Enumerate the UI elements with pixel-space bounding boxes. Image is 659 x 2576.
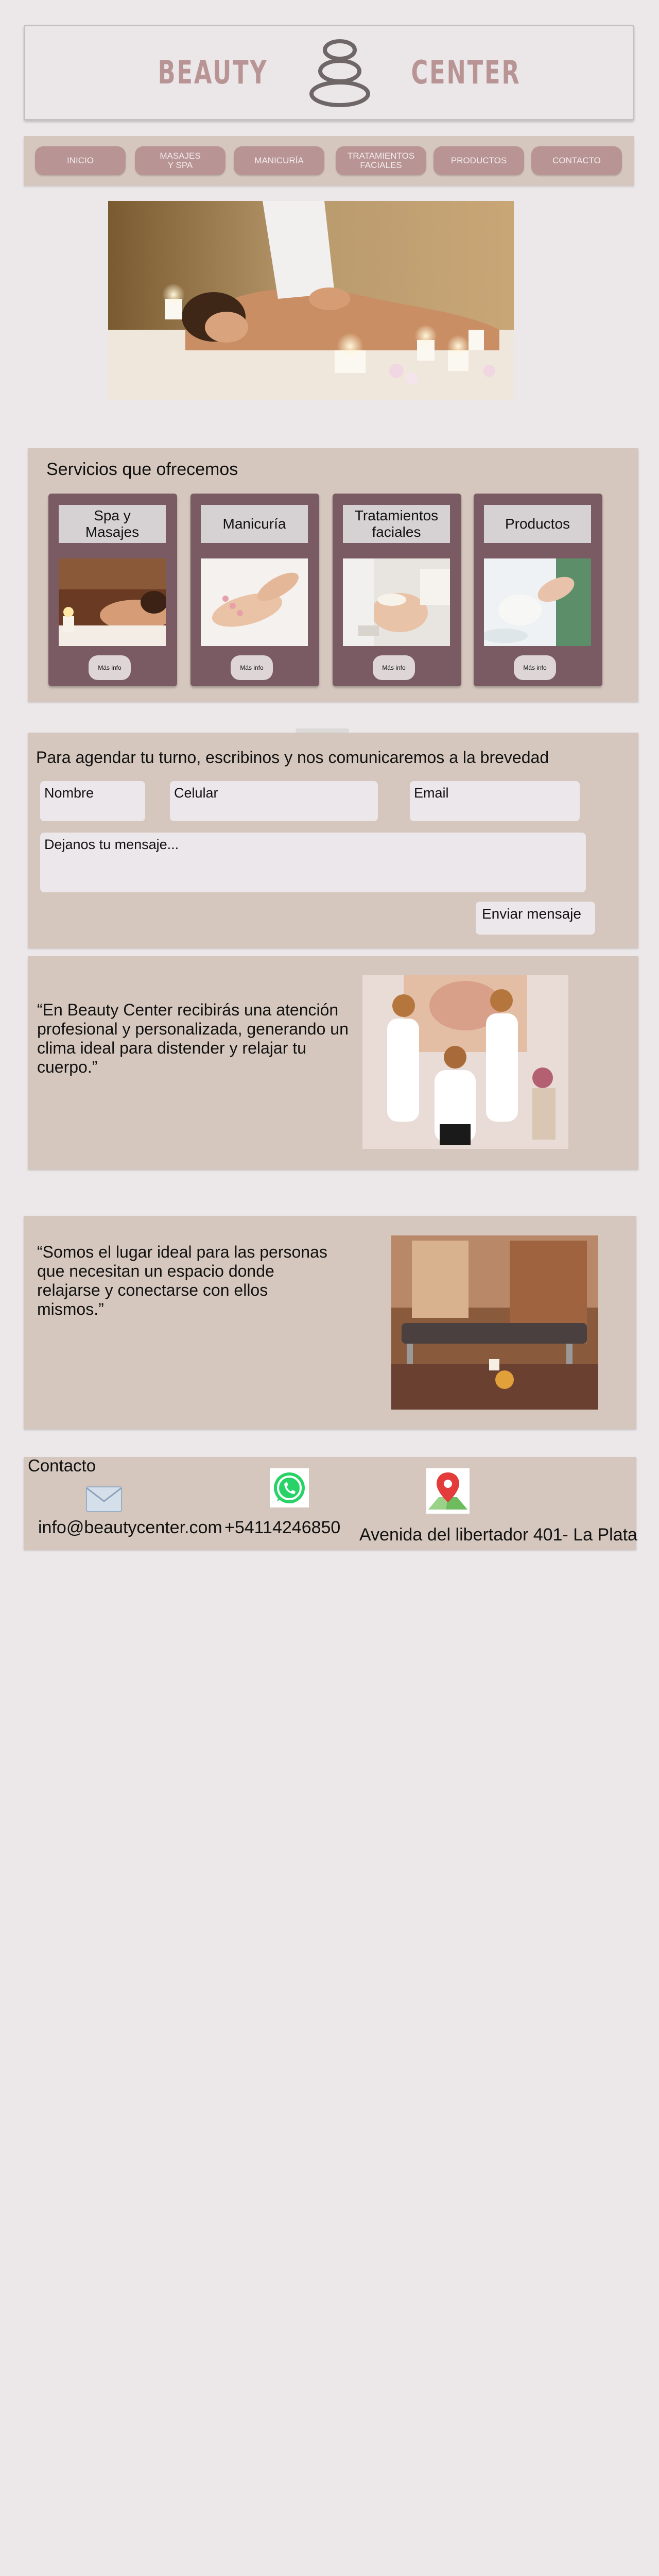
appointment-form: Para agendar tu turno, escribinos y nos … (28, 733, 638, 948)
products-image (484, 558, 591, 646)
service-card-title: Spa y Masajes (59, 505, 166, 543)
spa-room-photo (391, 1235, 598, 1410)
nav-inicio[interactable]: INICIO (35, 146, 126, 175)
quote-text: “Somos el lugar ideal para las personas … (37, 1243, 327, 1318)
header: BEAUTY CENTER (24, 25, 634, 121)
hero-massage-image (108, 201, 514, 400)
mas-info-button[interactable]: Más info (231, 655, 273, 680)
mas-info-button[interactable]: Más info (514, 655, 556, 680)
team-photo (362, 975, 568, 1149)
map-location-icon[interactable] (426, 1468, 470, 1514)
quote-section-2: “Somos el lugar ideal para las personas … (24, 1216, 636, 1429)
logo[interactable]: BEAUTY CENTER (128, 33, 550, 111)
service-card-title: Productos (484, 505, 591, 543)
services-title: Servicios que ofrecemos (46, 460, 238, 479)
mas-info-button[interactable]: Más info (373, 655, 415, 680)
nav-contacto[interactable]: CONTACTO (531, 146, 622, 175)
contact-title: Contacto (28, 1456, 96, 1475)
mail-icon[interactable] (85, 1485, 123, 1514)
quote-text: “En Beauty Center recibirás una atención… (37, 1001, 349, 1076)
contact-address[interactable]: Avenida del libertador 401- La Plata (359, 1525, 637, 1545)
email-field[interactable]: Email (410, 781, 580, 821)
services-section: Servicios que ofrecemos Spa y Masajes Má… (28, 448, 638, 702)
message-field[interactable]: Dejanos tu mensaje... (40, 833, 586, 892)
mas-info-button[interactable]: Más info (89, 655, 131, 680)
phone-field[interactable]: Celular (170, 781, 378, 821)
logo-word-center: CENTER (410, 53, 521, 91)
section-divider (296, 728, 349, 733)
logo-word-beauty: BEAUTY (158, 53, 268, 91)
service-card-manicuria: Manicuría Más info (190, 494, 319, 686)
nav-productos[interactable]: PRODUCTOS (433, 146, 524, 175)
nav-tratamientos-faciales[interactable]: TRATAMIENTOS FACIALES (336, 146, 426, 175)
service-card-title: Manicuría (201, 505, 308, 543)
whatsapp-icon[interactable] (270, 1468, 309, 1507)
quote-section-1: “En Beauty Center recibirás una atención… (28, 956, 638, 1170)
send-message-button[interactable]: Enviar mensaje (476, 902, 595, 935)
spa-massage-image (59, 558, 166, 646)
facial-treatment-image (343, 558, 450, 646)
service-card-productos: Productos Más info (474, 494, 602, 686)
main-nav: INICIO MASAJES Y SPA MANICURÍA TRATAMIEN… (24, 136, 634, 185)
nav-manicuria[interactable]: MANICURÍA (234, 146, 324, 175)
service-card-spa: Spa y Masajes Más info (48, 494, 177, 686)
service-card-title: Tratamientos faciales (343, 505, 450, 543)
contact-phone[interactable]: +54114246850 (224, 1518, 340, 1538)
form-title: Para agendar tu turno, escribinos y nos … (36, 748, 549, 767)
contact-email[interactable]: info@beautycenter.com (38, 1518, 222, 1538)
service-card-tratamientos: Tratamientos faciales Más info (333, 494, 461, 686)
name-field[interactable]: Nombre (40, 781, 145, 821)
contact-section: Contacto info@beautycenter.com +54114246… (24, 1456, 637, 1550)
stacked-stones-icon (309, 39, 370, 107)
nav-masajes-spa[interactable]: MASAJES Y SPA (135, 146, 226, 175)
manicure-image (201, 558, 308, 646)
